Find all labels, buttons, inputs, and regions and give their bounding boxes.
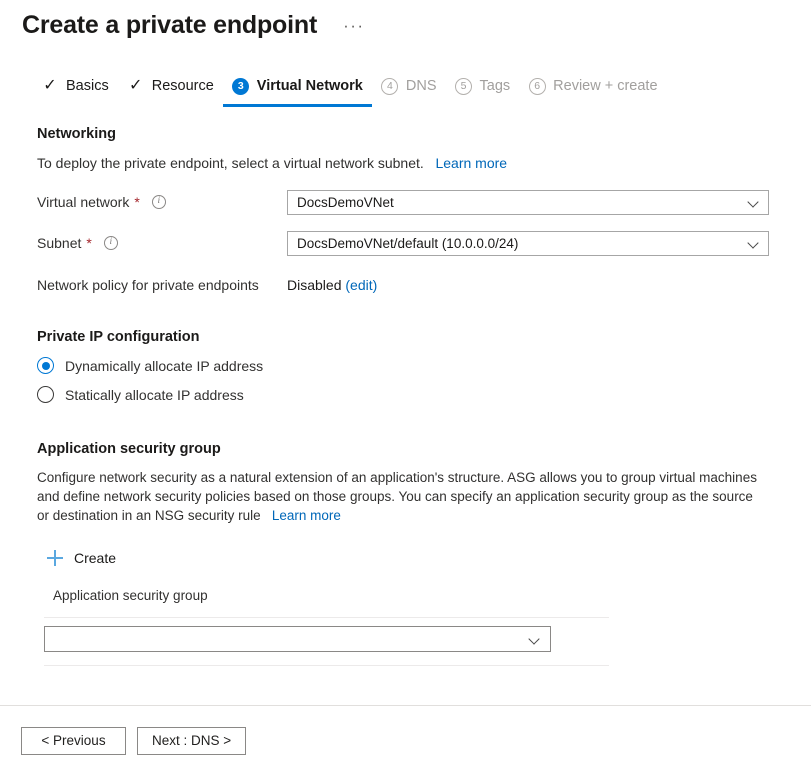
asg-description-text: Configure network security as a natural …	[37, 470, 757, 523]
networking-description: To deploy the private endpoint, select a…	[37, 154, 772, 173]
page-header: Create a private endpoint ···	[0, 0, 811, 41]
create-asg-button[interactable]: Create	[45, 548, 118, 568]
asg-select[interactable]	[44, 626, 551, 652]
divider-top	[44, 617, 609, 618]
info-icon[interactable]: i	[152, 195, 166, 209]
form-content: Networking To deploy the private endpoin…	[0, 126, 811, 666]
subnet-label: Subnet * i	[37, 235, 287, 251]
step-number-icon: 4	[381, 77, 399, 95]
networking-description-text: To deploy the private endpoint, select a…	[37, 155, 424, 171]
virtual-network-value: DocsDemoVNet	[297, 195, 748, 210]
tab-resource[interactable]: ✓ Resource	[118, 77, 223, 107]
radio-button-unselected-icon	[37, 386, 54, 403]
network-policy-value: Disabled	[287, 277, 341, 293]
step-number-icon: 5	[455, 77, 473, 95]
network-policy-row: Network policy for private endpoints Dis…	[37, 277, 811, 293]
network-policy-value-group: Disabled (edit)	[287, 277, 377, 293]
check-icon: ✓	[41, 77, 59, 95]
required-indicator: *	[134, 194, 139, 210]
more-options-icon[interactable]: ···	[337, 17, 370, 41]
networking-learn-more-link[interactable]: Learn more	[435, 155, 507, 171]
tab-virtual-network-label: Virtual Network	[257, 78, 363, 94]
radio-static-ip-label: Statically allocate IP address	[65, 387, 244, 403]
network-policy-label: Network policy for private endpoints	[37, 277, 287, 293]
asg-description: Configure network security as a natural …	[37, 468, 760, 525]
virtual-network-label: Virtual network * i	[37, 194, 287, 210]
wizard-tabs: ✓ Basics ✓ Resource 3 Virtual Network 4 …	[0, 75, 811, 107]
virtual-network-row: Virtual network * i DocsDemoVNet	[37, 190, 811, 214]
radio-dynamic-ip-label: Dynamically allocate IP address	[65, 358, 263, 374]
chevron-down-icon	[529, 633, 541, 645]
virtual-network-select[interactable]: DocsDemoVNet	[287, 190, 769, 215]
tab-basics[interactable]: ✓ Basics	[32, 77, 118, 107]
tab-virtual-network[interactable]: 3 Virtual Network	[223, 77, 372, 107]
tab-review-create-label: Review + create	[553, 78, 657, 94]
radio-button-selected-icon	[37, 357, 54, 374]
subnet-label-text: Subnet	[37, 235, 81, 251]
tab-dns-label: DNS	[406, 78, 437, 94]
footer-bar: < Previous Next : DNS >	[0, 706, 811, 775]
tab-basics-label: Basics	[66, 78, 109, 94]
network-policy-edit-link[interactable]: (edit)	[345, 277, 377, 293]
previous-button[interactable]: < Previous	[21, 727, 126, 755]
divider-bottom	[44, 665, 609, 666]
plus-icon	[47, 550, 63, 566]
subnet-select[interactable]: DocsDemoVNet/default (10.0.0.0/24)	[287, 231, 769, 256]
page-title: Create a private endpoint	[22, 9, 317, 41]
step-number-icon: 3	[232, 77, 250, 95]
subnet-value: DocsDemoVNet/default (10.0.0.0/24)	[297, 236, 748, 251]
next-button[interactable]: Next : DNS >	[137, 727, 246, 755]
radio-static-ip[interactable]: Statically allocate IP address	[37, 386, 244, 403]
private-ip-heading: Private IP configuration	[37, 329, 811, 345]
networking-heading: Networking	[37, 126, 811, 142]
radio-dynamic-ip[interactable]: Dynamically allocate IP address	[37, 357, 263, 374]
tab-tags[interactable]: 5 Tags	[446, 77, 520, 107]
chevron-down-icon	[748, 196, 760, 208]
subnet-row: Subnet * i DocsDemoVNet/default (10.0.0.…	[37, 231, 811, 255]
step-number-icon: 6	[528, 77, 546, 95]
tab-dns[interactable]: 4 DNS	[372, 77, 446, 107]
chevron-down-icon	[748, 237, 760, 249]
asg-learn-more-link[interactable]: Learn more	[272, 508, 341, 523]
asg-heading: Application security group	[37, 441, 811, 457]
required-indicator: *	[86, 235, 91, 251]
tab-review-create[interactable]: 6 Review + create	[519, 77, 666, 107]
tab-resource-label: Resource	[152, 78, 214, 94]
virtual-network-label-text: Virtual network	[37, 194, 129, 210]
create-asg-label: Create	[74, 550, 116, 566]
info-icon[interactable]: i	[104, 236, 118, 250]
tab-tags-label: Tags	[480, 78, 511, 94]
check-icon: ✓	[127, 77, 145, 95]
asg-field-label: Application security group	[53, 588, 811, 603]
